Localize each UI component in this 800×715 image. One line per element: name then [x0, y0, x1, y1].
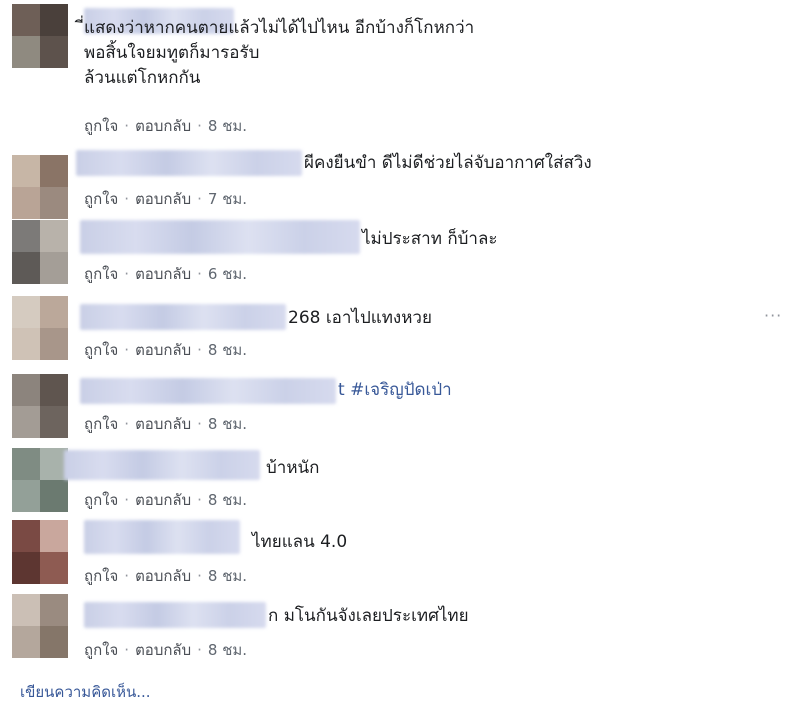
avatar[interactable]	[12, 4, 68, 68]
separator-dot: ·	[124, 190, 130, 208]
like-link[interactable]: ถูกใจ	[84, 567, 118, 585]
more-options-icon[interactable]: ···	[764, 306, 782, 325]
comment-actions: ถูกใจ · ตอบกลับ · 6 ชม.	[84, 264, 247, 284]
comment-actions: ถูกใจ · ตอบกลับ · 8 ชม.	[84, 640, 247, 660]
separator-dot: ·	[197, 265, 202, 283]
comment-actions: ถูกใจ · ตอบกลับ · 8 ชม.	[84, 340, 247, 360]
separator-dot: ·	[197, 190, 202, 208]
reply-link[interactable]: ตอบกลับ	[135, 117, 191, 135]
write-comment-link[interactable]: เขียนความคิดเห็น...	[20, 680, 151, 704]
separator-dot: ·	[124, 117, 130, 135]
reply-link[interactable]: ตอบกลับ	[135, 491, 191, 509]
reply-link[interactable]: ตอบกลับ	[135, 415, 191, 433]
separator-dot: ·	[197, 641, 202, 659]
comment-item: 268 เอาไปแทงหวย ถูกใจ · ตอบกลับ · 8 ชม.	[0, 292, 800, 368]
commenter-name[interactable]	[80, 378, 336, 404]
avatar[interactable]	[12, 220, 68, 284]
comment-time[interactable]: 8 ชม.	[208, 117, 247, 135]
separator-dot: ·	[124, 415, 130, 433]
comment-item: ี่แสดงว่าหากคนตายแล้วไม่ได้ไปไหน อีกบ้าง…	[0, 0, 800, 145]
comment-time[interactable]: 8 ชม.	[208, 341, 247, 359]
like-link[interactable]: ถูกใจ	[84, 190, 118, 208]
like-link[interactable]: ถูกใจ	[84, 491, 118, 509]
avatar[interactable]	[12, 296, 68, 360]
commenter-name[interactable]	[80, 220, 360, 254]
comment-text: ไม่ประสาท ก็บ้าละ	[362, 229, 498, 249]
comment-time[interactable]: 7 ชม.	[208, 190, 247, 208]
avatar[interactable]	[12, 520, 68, 584]
comment-text: ก มโนกันจังเลยประเทศไทย	[268, 606, 469, 626]
avatar[interactable]	[12, 155, 68, 219]
avatar[interactable]	[12, 594, 68, 658]
reply-link[interactable]: ตอบกลับ	[135, 341, 191, 359]
comment-actions: ถูกใจ · ตอบกลับ · 8 ชม.	[84, 490, 247, 510]
reply-link[interactable]: ตอบกลับ	[135, 641, 191, 659]
comment-item: ก มโนกันจังเลยประเทศไทย ถูกใจ · ตอบกลับ · 8 …	[0, 592, 800, 672]
comment-actions: ถูกใจ · ตอบกลับ · 7 ชม.	[84, 189, 247, 209]
separator-dot: ·	[197, 415, 202, 433]
reply-link[interactable]: ตอบกลับ	[135, 567, 191, 585]
commenter-name[interactable]	[80, 304, 286, 330]
comment-time[interactable]: 8 ชม.	[208, 641, 247, 659]
avatar[interactable]	[12, 448, 68, 512]
comment-actions: ถูกใจ · ตอบกลับ · 8 ชม.	[84, 414, 247, 434]
comment-text: 268 เอาไปแทงหวย	[288, 308, 432, 328]
comment-item: ผีคงยืนขำ ดีไม่ดีช่วยไล่จับอากาศใส่สวิง …	[0, 145, 800, 220]
separator-dot: ·	[197, 341, 202, 359]
like-link[interactable]: ถูกใจ	[84, 117, 118, 135]
comment-actions: ถูกใจ · ตอบกลับ · 8 ชม.	[84, 566, 247, 586]
comment-time[interactable]: 8 ชม.	[208, 567, 247, 585]
separator-dot: ·	[124, 491, 130, 509]
comment-item: ไม่ประสาท ก็บ้าละ ถูกใจ · ตอบกลับ · 6 ชม.	[0, 220, 800, 292]
separator-dot: ·	[124, 567, 130, 585]
comment-text: บ้าหนัก	[266, 458, 320, 478]
comment-item: บ้าหนัก ถูกใจ · ตอบกลับ · 8 ชม.	[0, 444, 800, 516]
separator-dot: ·	[124, 341, 130, 359]
comment-text: t #เจริญปัดเป่า	[338, 380, 452, 400]
like-link[interactable]: ถูกใจ	[84, 641, 118, 659]
separator-dot: ·	[124, 265, 130, 283]
comment-text: ี่แสดงว่าหากคนตายแล้วไม่ได้ไปไหน อีกบ้าง…	[84, 18, 475, 88]
like-link[interactable]: ถูกใจ	[84, 415, 118, 433]
comment-thread: ี่แสดงว่าหากคนตายแล้วไม่ได้ไปไหน อีกบ้าง…	[0, 0, 800, 715]
commenter-name[interactable]	[84, 602, 266, 628]
separator-dot: ·	[197, 491, 202, 509]
separator-dot: ·	[197, 567, 202, 585]
comment-actions: ถูกใจ · ตอบกลับ · 8 ชม.	[84, 116, 247, 136]
commenter-name[interactable]	[84, 520, 240, 554]
comment-item: ไทยแลน 4.0 ถูกใจ · ตอบกลับ · 8 ชม.	[0, 516, 800, 592]
separator-dot: ·	[124, 641, 130, 659]
like-link[interactable]: ถูกใจ	[84, 341, 118, 359]
comment-text: ผีคงยืนขำ ดีไม่ดีช่วยไล่จับอากาศใส่สวิง	[304, 153, 592, 173]
comment-text: ไทยแลน 4.0	[252, 532, 348, 552]
comment-item: t #เจริญปัดเป่า ถูกใจ · ตอบกลับ · 8 ชม.	[0, 368, 800, 444]
comment-time[interactable]: 8 ชม.	[208, 415, 247, 433]
comment-time[interactable]: 6 ชม.	[208, 265, 247, 283]
commenter-name[interactable]	[76, 150, 302, 176]
reply-link[interactable]: ตอบกลับ	[135, 190, 191, 208]
avatar[interactable]	[12, 374, 68, 438]
commenter-name[interactable]	[64, 450, 260, 480]
separator-dot: ·	[197, 117, 202, 135]
reply-link[interactable]: ตอบกลับ	[135, 265, 191, 283]
comment-time[interactable]: 8 ชม.	[208, 491, 247, 509]
like-link[interactable]: ถูกใจ	[84, 265, 118, 283]
